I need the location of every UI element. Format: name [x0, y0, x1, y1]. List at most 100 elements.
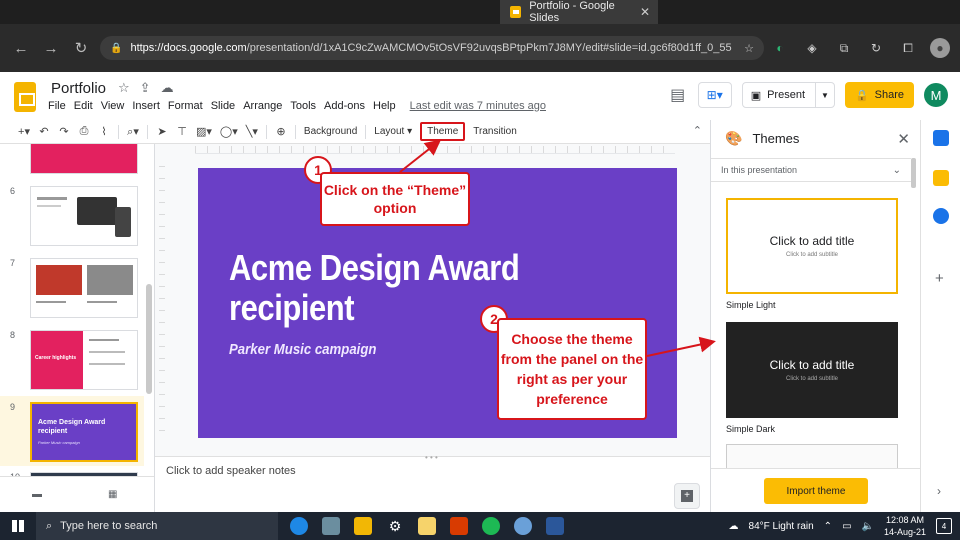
taskbar-search[interactable]: ⌕ Type here to search	[36, 512, 278, 540]
settings-icon[interactable]: ⚙	[386, 517, 404, 535]
layout-button[interactable]: Layout ▾	[374, 126, 412, 137]
theme-card[interactable]	[726, 444, 898, 470]
redo-icon[interactable]: ↷	[58, 125, 70, 138]
new-meeting-button[interactable]: ⊞▾	[697, 82, 732, 108]
close-tab-icon[interactable]: ✕	[640, 5, 650, 19]
chevron-up-icon[interactable]: ⌃	[693, 124, 702, 137]
image-icon[interactable]: ▨▾	[196, 125, 212, 138]
extension-icon[interactable]: ◈	[802, 38, 822, 58]
menu-arrange[interactable]: Arrange	[243, 100, 282, 112]
slide-thumbnail-selected[interactable]: Acme Design Award recipient Parker Music…	[30, 402, 138, 462]
bookmark-star-icon[interactable]: ☆	[744, 42, 754, 55]
browser-profile-avatar[interactable]: ●	[930, 38, 950, 58]
zoom-icon[interactable]: ⌕▾	[127, 125, 139, 139]
slide-title[interactable]: Acme Design Award recipient	[229, 248, 521, 328]
import-theme-button[interactable]: Import theme	[764, 478, 868, 504]
forward-icon[interactable]: →	[36, 40, 66, 57]
add-addon-icon[interactable]: +	[935, 270, 944, 287]
menu-slide[interactable]: Slide	[211, 100, 235, 112]
list-view-icon[interactable]: ▬	[32, 489, 42, 500]
tasks-icon[interactable]	[933, 208, 949, 224]
menu-tools[interactable]: Tools	[290, 100, 316, 112]
slide-thumbnail-row-selected[interactable]: 9 Acme Design Award recipient Parker Mus…	[0, 402, 154, 472]
themes-scrollbar[interactable]	[911, 158, 916, 188]
star-icon[interactable]: ☆	[118, 80, 130, 96]
reload-icon[interactable]: ↻	[66, 39, 96, 57]
move-icon[interactable]: ⇪	[140, 80, 151, 96]
extension-icon[interactable]: ◐	[770, 38, 790, 58]
filmstrip-scrollbar[interactable]	[146, 284, 152, 394]
keep-icon[interactable]	[933, 170, 949, 186]
explore-button[interactable]: +	[674, 483, 700, 509]
shape-icon[interactable]: ◯▾	[220, 125, 238, 138]
paint-format-icon[interactable]: ⌇	[98, 125, 110, 138]
line-icon[interactable]: ╲▾	[246, 125, 258, 138]
app-icon[interactable]	[322, 517, 340, 535]
close-icon[interactable]: ✕	[897, 130, 910, 148]
refresh-extension-icon[interactable]: ↻	[866, 38, 886, 58]
slide-thumbnail-row[interactable]: 8 Career highlights	[0, 330, 154, 400]
network-icon[interactable]: ▭	[842, 521, 851, 532]
add-comment-icon[interactable]: ⊕	[275, 125, 287, 138]
menu-insert[interactable]: Insert	[132, 100, 160, 112]
menu-help[interactable]: Help	[373, 100, 396, 112]
slides-logo-icon[interactable]	[14, 82, 36, 112]
start-button[interactable]	[0, 512, 36, 540]
new-slide-icon[interactable]: +▾	[18, 125, 30, 138]
slide-thumbnail-row[interactable]	[0, 144, 154, 184]
volume-icon[interactable]: 🔈	[862, 521, 874, 532]
slide-thumbnail-row[interactable]: 7	[0, 258, 154, 328]
comment-history-icon[interactable]: ▤	[668, 85, 688, 105]
menu-edit[interactable]: Edit	[74, 100, 93, 112]
user-avatar[interactable]: M	[924, 83, 948, 107]
present-button[interactable]: ▣ Present ▼	[741, 82, 835, 108]
theme-source-dropdown[interactable]: In this presentation ⌄	[711, 158, 911, 182]
word-icon[interactable]	[546, 517, 564, 535]
chevron-down-icon[interactable]: ▼	[816, 91, 834, 100]
calendar-icon[interactable]	[933, 130, 949, 146]
office-icon[interactable]	[450, 517, 468, 535]
undo-icon[interactable]: ↶	[38, 125, 50, 138]
address-bar[interactable]: 🔒 https://docs.google.com /presentation/…	[100, 36, 764, 60]
text-box-icon[interactable]: ⊤	[176, 125, 188, 138]
extension-icon[interactable]: ⧉	[834, 38, 854, 58]
user-app-icon[interactable]	[514, 517, 532, 535]
menu-addons[interactable]: Add-ons	[324, 100, 365, 112]
document-title[interactable]: Portfolio	[51, 80, 106, 97]
thumbnail-phone-image	[115, 207, 131, 237]
transition-button[interactable]: Transition	[473, 126, 517, 137]
sticky-notes-icon[interactable]	[418, 517, 436, 535]
chevron-right-icon[interactable]: ›	[937, 484, 941, 498]
collections-icon[interactable]: ⧠	[898, 38, 918, 58]
grid-view-icon[interactable]: ▦	[108, 489, 117, 500]
background-button[interactable]: Background	[304, 126, 357, 137]
menu-view[interactable]: View	[101, 100, 125, 112]
slide-thumbnail-row[interactable]: 6	[0, 186, 154, 256]
print-icon[interactable]: ⎙	[78, 125, 90, 138]
slide-thumbnail[interactable]	[30, 258, 138, 318]
menu-format[interactable]: Format	[168, 100, 203, 112]
weather-text[interactable]: 84°F Light rain	[749, 521, 814, 532]
last-edit-link[interactable]: Last edit was 7 minutes ago	[410, 100, 546, 112]
file-explorer-icon[interactable]	[354, 517, 372, 535]
taskbar-clock[interactable]: 12:08 AM 14-Aug-21	[884, 514, 926, 538]
slide-thumbnail[interactable]	[30, 186, 138, 246]
resize-handle-icon[interactable]: • • •	[425, 453, 438, 462]
theme-simple-dark[interactable]: Click to add title Click to add subtitle	[726, 322, 898, 418]
edge-icon[interactable]	[290, 517, 308, 535]
tray-overflow-icon[interactable]: ⌃	[824, 521, 832, 532]
speaker-notes[interactable]: • • • Click to add speaker notes +	[155, 453, 710, 512]
menu-file[interactable]: File	[48, 100, 66, 112]
share-button[interactable]: 🔒 Share	[844, 82, 914, 108]
slide-thumbnail[interactable]	[30, 144, 138, 174]
cloud-status-icon[interactable]: ☁	[161, 80, 174, 96]
theme-button[interactable]: Theme	[420, 122, 466, 141]
select-cursor-icon[interactable]: ➤	[156, 125, 168, 138]
slide-thumbnail[interactable]: Career highlights	[30, 330, 138, 390]
back-icon[interactable]: ←	[6, 40, 36, 57]
spotify-icon[interactable]	[482, 517, 500, 535]
browser-tab[interactable]: Portfolio - Google Slides ✕	[500, 0, 658, 24]
notification-center-icon[interactable]: 4	[936, 518, 952, 534]
theme-simple-light[interactable]: Click to add title Click to add subtitle	[726, 198, 898, 294]
slide-subtitle[interactable]: Parker Music campaign	[229, 341, 376, 358]
